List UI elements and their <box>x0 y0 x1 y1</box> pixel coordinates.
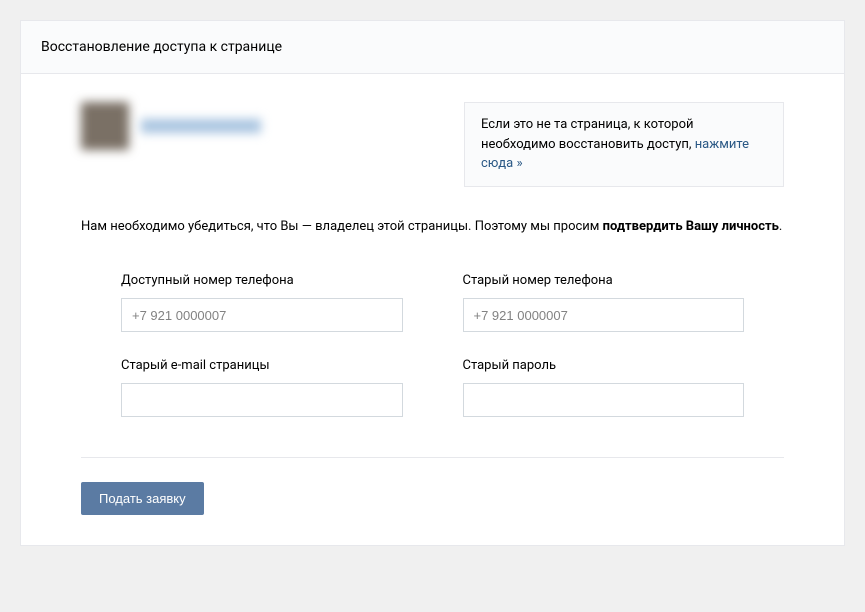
label-available-phone: Доступный номер телефона <box>121 273 403 288</box>
label-old-phone: Старый номер телефона <box>463 273 745 288</box>
desc-bold: подтвердить Вашу личность <box>603 219 779 234</box>
input-old-password[interactable] <box>463 383 745 417</box>
top-row: Если это не та страница, к которой необх… <box>81 102 784 187</box>
field-old-phone: Старый номер телефона <box>463 273 745 332</box>
submit-button[interactable]: Подать заявку <box>81 482 204 515</box>
panel-body: Если это не та страница, к которой необх… <box>21 74 844 545</box>
panel-header: Восстановление доступа к странице <box>21 21 844 74</box>
field-old-email: Старый e-mail страницы <box>121 358 403 417</box>
page-title: Восстановление доступа к странице <box>41 39 824 55</box>
desc-after: . <box>779 219 782 234</box>
input-old-phone[interactable] <box>463 298 745 332</box>
field-old-password: Старый пароль <box>463 358 745 417</box>
wrong-page-notice: Если это не та страница, к которой необх… <box>464 102 784 187</box>
field-available-phone: Доступный номер телефона <box>121 273 403 332</box>
desc-before: Нам необходимо убедиться, что Вы — владе… <box>81 219 603 234</box>
form-grid: Доступный номер телефона Старый номер те… <box>81 273 784 417</box>
avatar <box>81 102 129 150</box>
notice-text: Если это не та страница, к которой необх… <box>481 117 695 152</box>
recovery-panel: Восстановление доступа к странице Если э… <box>20 20 845 546</box>
divider <box>81 457 784 458</box>
profile-block <box>81 102 424 150</box>
input-old-email[interactable] <box>121 383 403 417</box>
label-old-password: Старый пароль <box>463 358 745 373</box>
label-old-email: Старый e-mail страницы <box>121 358 403 373</box>
input-available-phone[interactable] <box>121 298 403 332</box>
profile-name-blurred <box>141 119 261 133</box>
description-text: Нам необходимо убедиться, что Вы — владе… <box>81 217 784 238</box>
